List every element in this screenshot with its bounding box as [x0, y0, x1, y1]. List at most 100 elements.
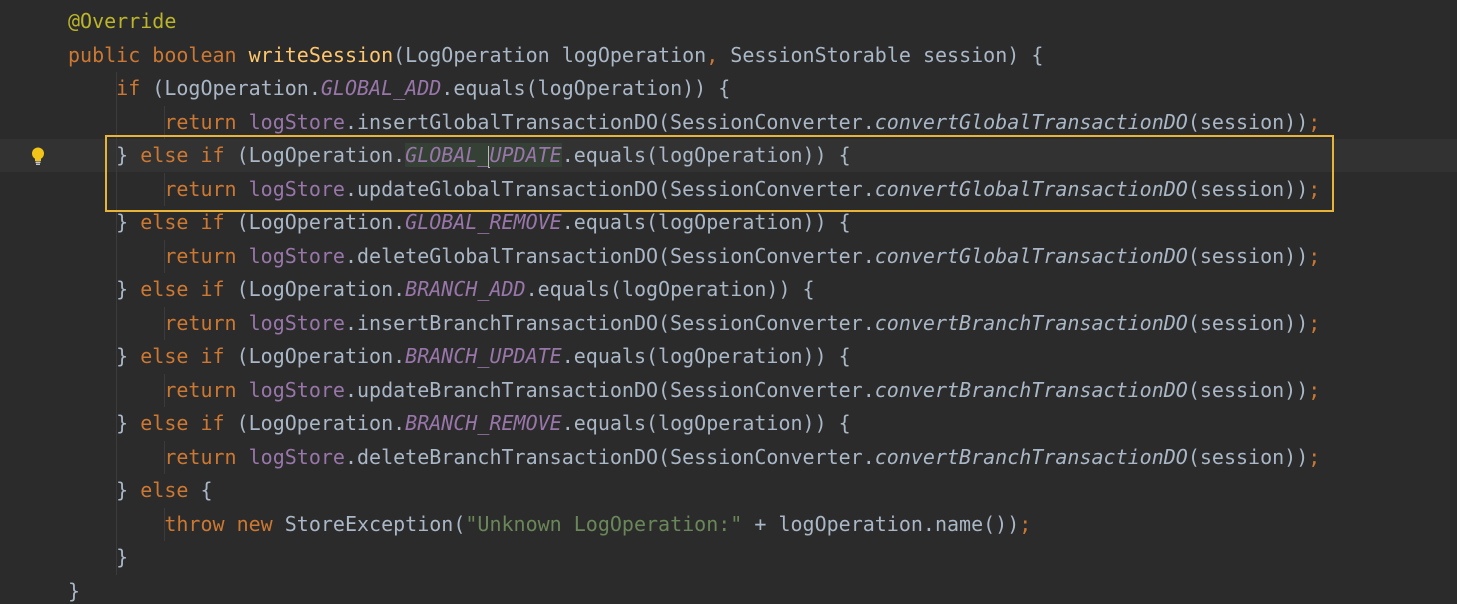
code-text: public boolean writeSession(LogOperation…	[68, 39, 1043, 72]
code-token: (LogOperation.	[152, 76, 321, 100]
code-token: }	[116, 210, 141, 234]
code-token: BRANCH_REMOVE	[405, 411, 562, 435]
indent-guide	[164, 440, 165, 474]
code-token: (LogOperation.	[236, 210, 406, 234]
code-token: }	[116, 545, 129, 569]
indent-guide	[164, 239, 165, 273]
code-token: .updateGlobalTransactionDO(SessionConver…	[344, 176, 875, 201]
code-line[interactable]: } else if (LogOperation.GLOBAL_REMOVE.eq…	[0, 206, 1457, 239]
code-token: public boolean	[68, 42, 249, 67]
code-token: if	[116, 76, 153, 100]
code-token: .updateBranchTransactionDO(SessionConver…	[344, 377, 875, 402]
code-token: {	[200, 478, 213, 502]
code-line[interactable]: return logStore.deleteGlobalTransactionD…	[0, 240, 1457, 273]
lightbulb-icon[interactable]	[29, 146, 47, 166]
code-token: else	[140, 478, 201, 502]
code-token: convertBranchTransactionDO	[874, 377, 1188, 402]
indent-guide	[164, 373, 165, 407]
code-token: .insertBranchTransactionDO(SessionConver…	[344, 310, 875, 335]
code-token: (session))	[1187, 176, 1309, 201]
code-token: return	[164, 444, 249, 469]
code-token: .equals(logOperation)) {	[561, 143, 851, 167]
code-text: return logStore.deleteGlobalTransactionD…	[68, 240, 1320, 273]
code-token: convertBranchTransactionDO	[874, 444, 1188, 469]
code-token: (session))	[1187, 444, 1309, 469]
code-token: GLOBAL_ADD	[320, 76, 442, 100]
code-line[interactable]: }	[0, 575, 1457, 604]
code-token: else if	[140, 143, 237, 167]
code-line-current[interactable]: } else if (LogOperation.GLOBAL_UPDATE.eq…	[0, 139, 1457, 172]
code-token: }	[116, 478, 141, 502]
code-token: return	[164, 377, 249, 402]
code-text: return logStore.updateGlobalTransactionD…	[68, 173, 1320, 206]
code-line[interactable]: } else if (LogOperation.BRANCH_UPDATE.eq…	[0, 340, 1457, 373]
code-line[interactable]: return logStore.insertBranchTransactionD…	[0, 307, 1457, 340]
code-line[interactable]: return logStore.deleteBranchTransactionD…	[0, 441, 1457, 474]
code-token: else if	[140, 277, 237, 301]
code-token: BRANCH_ADD	[405, 277, 526, 301]
code-token: ;	[1308, 377, 1321, 402]
code-text: } else if (LogOperation.BRANCH_ADD.equal…	[68, 273, 814, 306]
code-token: (LogOperation.	[236, 344, 406, 368]
code-text: } else {	[68, 474, 213, 507]
code-token: + logOperation.name())	[754, 511, 1020, 536]
indent-guide	[116, 72, 117, 575]
code-token: .equals(logOperation)) {	[561, 344, 851, 368]
code-token: ;	[1308, 243, 1321, 268]
code-token: logStore	[248, 243, 345, 268]
code-text: return logStore.updateBranchTransactionD…	[68, 374, 1320, 407]
code-line[interactable]: if (LogOperation.GLOBAL_ADD.equals(logOp…	[0, 72, 1457, 105]
code-line[interactable]: return logStore.updateBranchTransactionD…	[0, 374, 1457, 407]
code-text: }	[68, 541, 128, 574]
code-token: convertBranchTransactionDO	[874, 310, 1188, 335]
code-line[interactable]: } else {	[0, 474, 1457, 507]
indent-guide	[164, 172, 165, 206]
code-token: SessionStorable session) {	[730, 42, 1044, 67]
code-token: .equals(logOperation)) {	[561, 210, 851, 234]
code-token: }	[68, 578, 81, 603]
code-token: else if	[140, 411, 237, 435]
code-token: GLOBAL_REMOVE	[405, 210, 562, 234]
code-token: return	[164, 310, 249, 335]
code-token: throw new	[164, 511, 285, 536]
code-token: writeSession	[248, 42, 394, 67]
code-token: return	[164, 109, 249, 134]
code-token: UPDATE	[489, 143, 562, 167]
code-text: if (LogOperation.GLOBAL_ADD.equals(logOp…	[68, 72, 730, 105]
code-token: ;	[1308, 176, 1321, 201]
code-line[interactable]: return logStore.updateGlobalTransactionD…	[0, 173, 1457, 206]
code-line[interactable]: @Override	[0, 5, 1457, 38]
code-token: else if	[140, 210, 237, 234]
code-token: convertGlobalTransactionDO	[874, 176, 1188, 201]
code-text: } else if (LogOperation.GLOBAL_REMOVE.eq…	[68, 206, 851, 239]
code-token: BRANCH_UPDATE	[405, 344, 562, 368]
code-token: (LogOperation logOperation	[393, 42, 707, 67]
code-line[interactable]: throw new StoreException("Unknown LogOpe…	[0, 508, 1457, 541]
code-token: logStore	[248, 176, 345, 201]
code-editor[interactable]: @Override public boolean writeSession(Log…	[0, 0, 1457, 604]
code-token: ;	[1308, 310, 1321, 335]
code-token: "Unknown LogOperation:"	[465, 511, 755, 536]
code-token: (session))	[1187, 109, 1309, 134]
code-text: throw new StoreException("Unknown LogOpe…	[68, 508, 1031, 541]
code-token: (LogOperation.	[236, 143, 406, 167]
code-token: ;	[1308, 444, 1321, 469]
code-token: }	[116, 344, 141, 368]
code-token: convertGlobalTransactionDO	[874, 109, 1188, 134]
code-line[interactable]: return logStore.insertGlobalTransactionD…	[0, 106, 1457, 139]
code-token: (session))	[1187, 243, 1309, 268]
code-line[interactable]: public boolean writeSession(LogOperation…	[0, 39, 1457, 72]
indent-guide	[164, 105, 165, 139]
code-token: @Override	[68, 9, 177, 33]
code-line[interactable]: } else if (LogOperation.BRANCH_ADD.equal…	[0, 273, 1457, 306]
indent-guide	[164, 306, 165, 340]
code-token: .deleteGlobalTransactionDO(SessionConver…	[344, 243, 875, 268]
code-line[interactable]: } else if (LogOperation.BRANCH_REMOVE.eq…	[0, 407, 1457, 440]
code-line[interactable]: }	[0, 541, 1457, 574]
